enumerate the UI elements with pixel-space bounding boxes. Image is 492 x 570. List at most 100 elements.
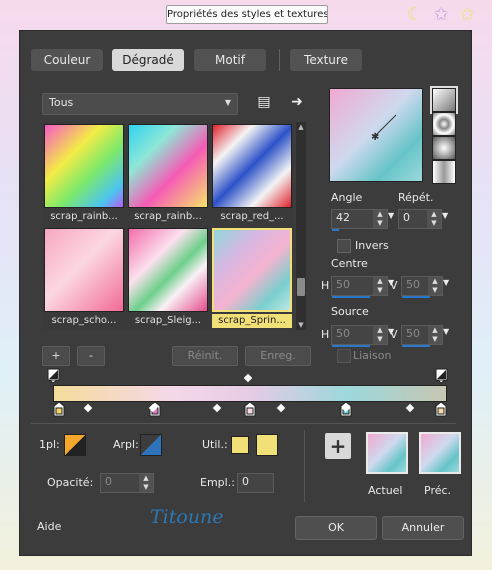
first-color-label: 1pl:	[39, 438, 60, 451]
tab-motif[interactable]: Motif	[194, 49, 266, 71]
tab-texture[interactable]: Texture	[290, 49, 362, 71]
divider	[304, 430, 305, 502]
moon-icon[interactable]: ☾	[405, 5, 425, 25]
chevron-down-icon[interactable]: ▼	[388, 211, 394, 220]
gradient-swatch	[212, 124, 292, 208]
title-icons: ☾ ✩ ✩	[405, 5, 485, 27]
sunburst-style-icon[interactable]	[432, 160, 456, 184]
foreground-stop-icon[interactable]	[64, 434, 86, 456]
thumbnail-label: scrap_Sleig...	[134, 315, 202, 326]
chevron-down-icon[interactable]: ▼	[443, 278, 449, 287]
scroll-down-icon[interactable]: ▼	[296, 320, 306, 330]
previous-label: Préc.	[424, 484, 452, 497]
thumbnail-item[interactable]: scrap_scho...	[44, 228, 124, 326]
color-stop-marker[interactable]	[435, 402, 447, 417]
radial-style-icon[interactable]	[432, 136, 456, 160]
title-bar: Propriétés des styles et textures ☾ ✩ ✩	[0, 0, 492, 30]
cancel-button[interactable]: Annuler	[382, 516, 464, 540]
opacity-stop-icon[interactable]	[435, 368, 449, 384]
background-stop-icon[interactable]	[140, 434, 162, 456]
add-swatch-button[interactable]: +	[325, 433, 351, 459]
color-stop-marker[interactable]	[244, 402, 256, 417]
opacity-spinner[interactable]: 0 ▲ ▼	[100, 473, 154, 493]
spinner-arrows-icon[interactable]: ▲ ▼	[373, 326, 387, 344]
source-v-value: 50	[406, 327, 420, 340]
user-color-picker[interactable]	[256, 434, 278, 456]
gradient-preview[interactable]: ✱	[329, 88, 423, 182]
center-v-slider[interactable]	[402, 296, 430, 298]
repeat-spinner[interactable]: 0 ▲ ▼	[398, 209, 442, 229]
gradient-ramp[interactable]	[53, 385, 447, 402]
color-stop-marker[interactable]	[53, 402, 65, 417]
opacity-value: 0	[105, 475, 112, 488]
remove-gradient-button[interactable]: -	[77, 346, 105, 366]
angle-handle-icon[interactable]: ✱	[330, 89, 422, 181]
repeat-value: 0	[403, 211, 410, 224]
chevron-down-icon: ▼	[224, 98, 231, 107]
ok-button[interactable]: OK	[295, 516, 377, 540]
source-h-slider[interactable]	[332, 345, 370, 347]
thumbnail-item[interactable]: scrap_rainb...	[44, 124, 124, 222]
spinner-arrows-icon[interactable]: ▲ ▼	[428, 277, 442, 295]
link-checkbox[interactable]	[337, 349, 351, 363]
spinner-arrows-icon[interactable]: ▲ ▼	[139, 474, 153, 492]
thumbnail-label: scrap_scho...	[51, 315, 117, 326]
current-label: Actuel	[368, 484, 403, 497]
divider	[31, 423, 456, 424]
rectangular-style-icon[interactable]	[432, 112, 456, 136]
arrow-right-icon[interactable]: ➜	[288, 93, 306, 111]
angle-slider[interactable]	[332, 229, 339, 231]
angle-value: 42	[336, 211, 350, 224]
save-button[interactable]: Enreg.	[245, 346, 311, 366]
spinner-arrows-icon[interactable]: ▲ ▼	[428, 326, 442, 344]
source-v-spinner[interactable]: 50 ▲ ▼	[401, 325, 443, 347]
dialog-window: Propriétés des styles et textures ☾ ✩ ✩ …	[0, 0, 492, 570]
center-v-spinner[interactable]: 50 ▲ ▼	[401, 276, 443, 298]
help-link[interactable]: Aide	[37, 520, 61, 533]
thumbnail-item[interactable]: scrap_Sprin...	[212, 228, 292, 328]
thumbnail-item[interactable]: scrap_rainb...	[128, 124, 208, 222]
spinner-arrows-icon[interactable]: ▲ ▼	[427, 210, 441, 228]
angle-spinner[interactable]: 42 ▲ ▼	[331, 209, 388, 231]
gradient-swatch	[44, 124, 124, 208]
center-h-slider[interactable]	[332, 296, 370, 298]
spinner-arrows-icon[interactable]: ▲ ▼	[373, 210, 387, 228]
opacity-stop-icon[interactable]	[47, 368, 61, 384]
center-h-value: 50	[336, 278, 350, 291]
tab-divider	[279, 49, 280, 71]
source-v-slider[interactable]	[402, 345, 430, 347]
star-icon[interactable]: ✩	[431, 5, 451, 25]
thumbnail-item[interactable]: scrap_Sleig...	[128, 228, 208, 326]
add-gradient-button[interactable]: +	[42, 346, 70, 366]
thumbnail-item[interactable]: scrap_red_...	[212, 124, 292, 222]
gradient-swatch	[128, 228, 208, 312]
star-icon[interactable]: ✩	[457, 5, 477, 25]
browse-icon[interactable]: ▤	[255, 93, 273, 111]
chevron-down-icon[interactable]: ▼	[442, 211, 448, 220]
scroll-thumb[interactable]	[297, 278, 305, 296]
previous-preview[interactable]	[419, 432, 461, 474]
thumbnail-scrollbar[interactable]: ▲ ▼	[296, 122, 306, 330]
source-h-spinner[interactable]: 50 ▲ ▼	[331, 325, 388, 347]
current-preview[interactable]	[366, 432, 408, 474]
location-field[interactable]: 0	[237, 473, 274, 493]
source-h-value: 50	[336, 327, 350, 340]
watermark-text: Titoune	[150, 506, 224, 528]
gradient-swatch	[44, 228, 124, 312]
scroll-up-icon[interactable]: ▲	[296, 122, 306, 132]
category-dropdown[interactable]: Tous ▼	[42, 93, 238, 115]
spinner-arrows-icon[interactable]: ▲ ▼	[373, 277, 387, 295]
chevron-down-icon[interactable]: ▼	[443, 327, 449, 336]
tab-couleur[interactable]: Couleur	[31, 49, 103, 71]
user-color-swatch[interactable]	[231, 436, 249, 454]
reset-button[interactable]: Réinit.	[172, 346, 238, 366]
linear-style-icon[interactable]	[430, 86, 458, 114]
tab-degrade[interactable]: Dégradé	[112, 49, 184, 71]
thumbnail-label: scrap_rainb...	[50, 211, 118, 222]
angle-label: Angle	[331, 191, 363, 204]
thumbnail-label: scrap_red_...	[220, 211, 284, 222]
center-h-spinner[interactable]: 50 ▲ ▼	[331, 276, 388, 298]
invert-checkbox[interactable]	[337, 239, 351, 253]
center-label: Centre	[331, 257, 368, 270]
center-v-value: 50	[406, 278, 420, 291]
